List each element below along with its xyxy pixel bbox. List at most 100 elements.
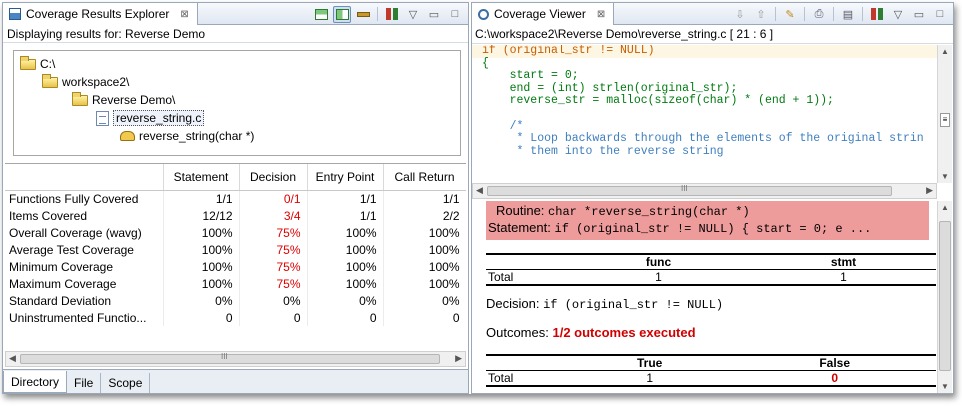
scrollbar-thumb[interactable]: III	[20, 352, 440, 364]
overview-marker-icon[interactable]: ≡	[940, 113, 950, 127]
minimize-icon[interactable]: ▭	[910, 6, 928, 23]
report-vertical-scrollbar[interactable]: ▲ ▼	[937, 201, 952, 393]
scroll-up-icon[interactable]: ▲	[941, 203, 949, 212]
document-icon[interactable]: ▤	[839, 6, 857, 23]
table-cell: 0	[239, 309, 308, 326]
tab-file[interactable]: File	[67, 373, 102, 393]
code-line: * them into the reverse string	[482, 144, 724, 158]
table-cell: 1/1	[383, 190, 466, 207]
routine-label: Routine:	[496, 203, 545, 218]
table-row[interactable]: Minimum Coverage 100% 75% 100% 100%	[5, 258, 466, 275]
tree-node-file[interactable]: reverse_string.c	[96, 109, 205, 127]
maximize-icon[interactable]: □	[931, 6, 949, 23]
table-cell: 100%	[163, 224, 240, 241]
tree-node-project[interactable]: Reverse Demo\	[72, 91, 175, 109]
toolbar-separator	[862, 7, 863, 21]
table-row[interactable]: Uninstrumented Functio... 0 0 0 0	[5, 309, 466, 326]
link-icon[interactable]: ✎	[781, 6, 799, 23]
table-cell: 75%	[239, 224, 308, 241]
layout-single-icon[interactable]	[354, 6, 372, 23]
table-cell: 75%	[239, 275, 308, 292]
table-cell: 100%	[383, 275, 466, 292]
layout-split-icon[interactable]	[333, 5, 351, 23]
toolbar-separator	[804, 7, 805, 21]
scrollbar-thumb[interactable]: III	[487, 184, 892, 196]
column-header	[486, 354, 566, 371]
coverage-viewer: Coverage Viewer ⊠ ⇩ ⇧ ✎ ⎙ ▤ ▽ ▭ □ C:\wor…	[471, 2, 954, 394]
close-icon[interactable]: ⊠	[180, 9, 188, 20]
table-row[interactable]: Maximum Coverage 100% 75% 100% 100%	[5, 275, 466, 292]
layout-icon[interactable]	[312, 6, 330, 23]
routine-statement-box: Routine: char *reverse_string(char *) St…	[486, 201, 929, 240]
code-vertical-scrollbar[interactable]: ▲ ≡ ▼	[937, 45, 952, 183]
scroll-up-icon[interactable]: ▲	[941, 47, 949, 56]
table-header-row: Statement Decision Entry Point Call Retu…	[5, 164, 466, 191]
minimize-icon[interactable]: ▭	[425, 6, 443, 23]
horizontal-scrollbar[interactable]: ◀ III ▶	[5, 351, 466, 367]
scroll-down-icon[interactable]: ▼	[941, 172, 949, 181]
toolbar-separator	[377, 7, 378, 21]
code-editor[interactable]: if (original_str != NULL) { start = 0; e…	[472, 45, 937, 183]
table-cell: 75%	[239, 241, 308, 258]
tree-node-workspace[interactable]: workspace2\	[42, 73, 129, 91]
explorer-view-icon	[9, 8, 21, 20]
table-row[interactable]: Overall Coverage (wavg) 100% 75% 100% 100%	[5, 224, 466, 241]
row-label: Uninstrumented Functio...	[5, 309, 164, 326]
column-header-call-return[interactable]: Call Return	[383, 164, 466, 191]
row-label: Average Test Coverage	[5, 241, 164, 258]
table-row[interactable]: Items Covered 12/12 3/4 1/1 2/2	[5, 207, 466, 224]
column-header-decision[interactable]: Decision	[239, 164, 308, 191]
scroll-down-icon[interactable]: ▼	[941, 382, 949, 391]
column-header-true: True	[566, 354, 734, 371]
maximize-icon[interactable]: □	[446, 6, 464, 23]
column-header-statement[interactable]: Statement	[163, 164, 240, 191]
column-header-entry-point[interactable]: Entry Point	[307, 164, 384, 191]
outcomes-value: 1/2 outcomes executed	[552, 325, 696, 340]
table-cell: 100%	[307, 275, 384, 292]
print-icon[interactable]: ⎙	[810, 6, 828, 23]
code-line: start = 0;	[482, 69, 579, 83]
column-header	[486, 253, 566, 270]
tab-scope[interactable]: Scope	[101, 373, 151, 393]
outcomes-label: Outcomes:	[486, 325, 549, 340]
view-menu-icon[interactable]: ▽	[889, 6, 907, 23]
scroll-right-icon[interactable]: ▶	[455, 353, 462, 364]
code-horizontal-scrollbar[interactable]: ◀ III ▶	[472, 183, 937, 199]
scrollbar-thumb[interactable]	[939, 221, 951, 371]
true-total: 1	[566, 370, 734, 387]
table-row[interactable]: Functions Fully Covered 1/1 0/1 1/1 1/1	[5, 190, 466, 207]
coverage-report: Routine: char *reverse_string(char *) St…	[472, 201, 937, 393]
workbench: Coverage Results Explorer ⊠ ▽ ▭ □ Displa…	[2, 2, 954, 394]
next-item-icon[interactable]: ⇩	[731, 6, 749, 23]
coverage-table-body: Functions Fully Covered 1/1 0/1 1/1 1/1 Items…	[5, 190, 466, 326]
scroll-right-icon[interactable]: ▶	[926, 185, 933, 196]
routine-value: char *reverse_string(char *)	[548, 205, 750, 219]
stmt-total: 1	[751, 269, 936, 286]
tab-coverage-viewer[interactable]: Coverage Viewer ⊠	[472, 3, 615, 25]
tree-node-function[interactable]: reverse_string(char *)	[120, 127, 254, 145]
table-cell: 2/2	[383, 207, 466, 224]
table-row[interactable]: Average Test Coverage 100% 75% 100% 100%	[5, 241, 466, 258]
view-menu-icon[interactable]: ▽	[404, 6, 422, 23]
tab-directory[interactable]: Directory	[3, 371, 68, 393]
function-statement-table: func stmt Total 1 1	[486, 253, 936, 286]
scroll-left-icon[interactable]: ◀	[9, 353, 16, 364]
table-cell: 0%	[307, 292, 384, 309]
scroll-grip: III	[681, 184, 688, 193]
close-icon[interactable]: ⊠	[597, 9, 605, 20]
previous-item-icon[interactable]: ⇧	[752, 6, 770, 23]
table-cell: 12/12	[163, 207, 240, 224]
table-cell: 0	[307, 309, 384, 326]
statement-label: Statement:	[488, 220, 551, 235]
scroll-left-icon[interactable]: ◀	[476, 185, 483, 196]
grid-icon[interactable]	[383, 6, 401, 23]
results-subtitle: Displaying results for: Reverse Demo	[3, 25, 468, 43]
tree-node-drive[interactable]: C:\	[20, 55, 55, 73]
table-cell: 1/1	[307, 207, 384, 224]
scroll-grip: III	[221, 352, 228, 361]
file-path: C:\workspace2\Reverse Demo\reverse_strin…	[472, 25, 953, 44]
column-header[interactable]	[5, 164, 164, 191]
table-row[interactable]: Standard Deviation 0% 0% 0% 0%	[5, 292, 466, 309]
grid-icon[interactable]	[868, 6, 886, 23]
tab-coverage-results-explorer[interactable]: Coverage Results Explorer ⊠	[3, 3, 198, 25]
